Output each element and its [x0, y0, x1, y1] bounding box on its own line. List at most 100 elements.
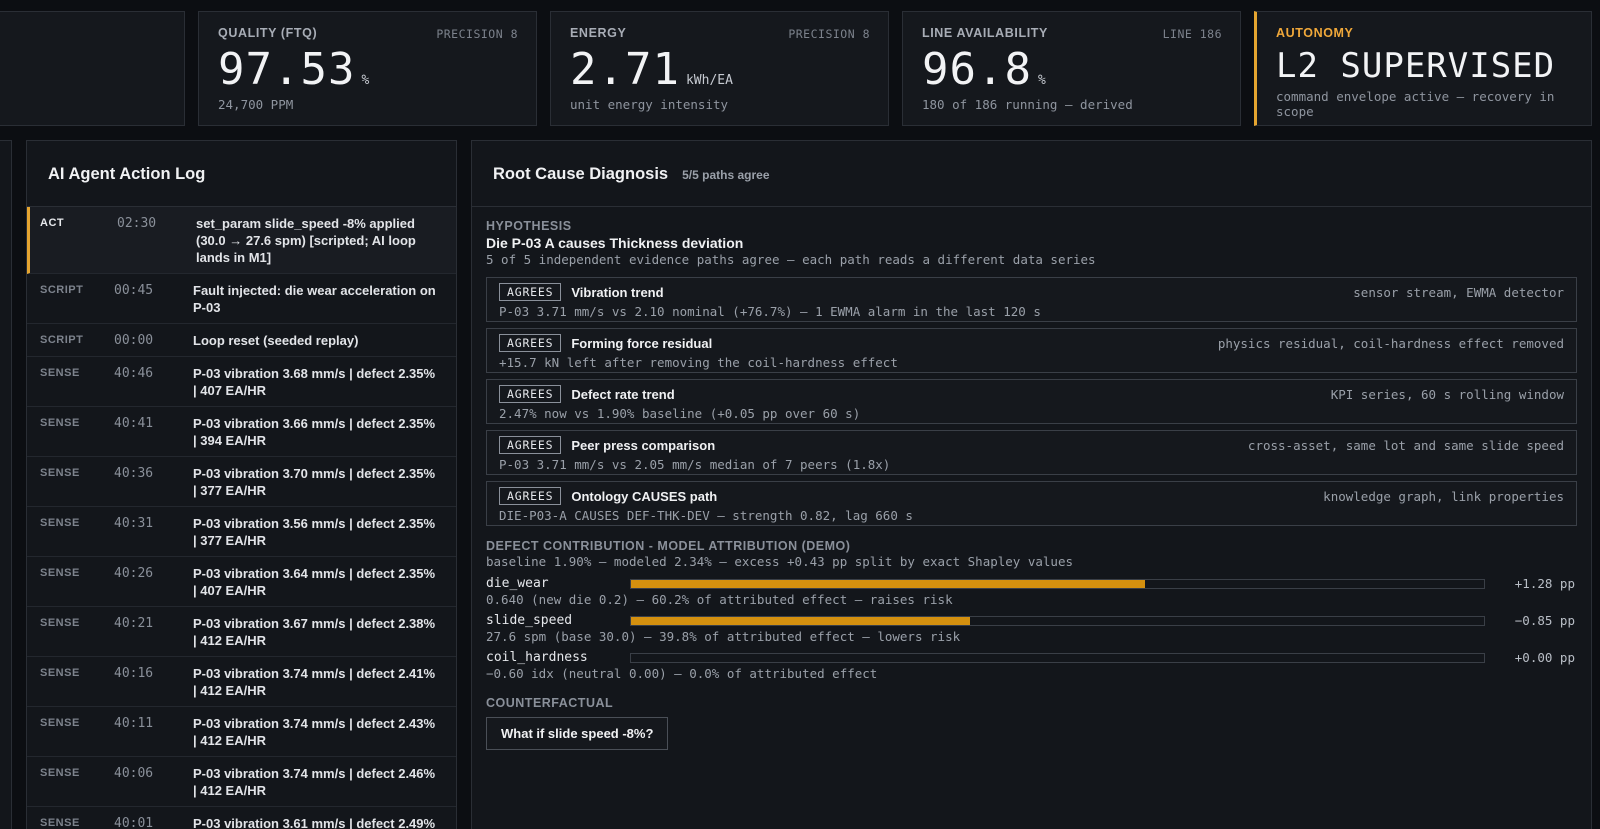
contribution-value: +1.28 pp	[1514, 576, 1575, 591]
hypothesis-label: HYPOTHESIS	[486, 219, 572, 233]
log-time: 40:16	[114, 666, 154, 681]
log-row[interactable]: SENSE 40:41 P-03 vibration 3.66 mm/s | def…	[27, 407, 456, 457]
log-type: SENSE	[40, 717, 80, 729]
evidence-path: AGREES Vibration trend sensor stream, EWMA…	[486, 277, 1577, 322]
agrees-badge: AGREES	[499, 385, 562, 403]
log-row[interactable]: SENSE 40:16 P-03 vibration 3.74 mm/s | def…	[27, 657, 456, 707]
log-time: 40:46	[114, 366, 154, 381]
evidence-path: AGREES Peer press comparison cross-asset, …	[486, 430, 1577, 475]
kpi-sub: 180 of 186 running — derived	[922, 97, 1133, 112]
contribution-detail: −0.60 idx (neutral 0.00) — 0.0% of attri…	[486, 666, 878, 681]
evidence-name: Peer press comparison	[571, 437, 716, 453]
log-time: 40:41	[114, 416, 154, 431]
log-type: SENSE	[40, 617, 80, 629]
log-message: P-03 vibration 3.74 mm/s | defect 2.41% …	[193, 666, 436, 698]
log-row[interactable]: SENSE 40:21 P-03 vibration 3.67 mm/s | def…	[27, 607, 456, 657]
log-time: 40:26	[114, 566, 154, 581]
kpi-card-offscreen	[0, 11, 185, 126]
evidence-detail: P-03 3.71 mm/s vs 2.10 nominal (+76.7%) …	[499, 304, 1041, 319]
agrees-badge: AGREES	[499, 334, 562, 352]
kpi-sub: 24,700 PPM	[218, 97, 294, 112]
log-type: SENSE	[40, 367, 80, 379]
evidence-path: AGREES Ontology CAUSES path knowledge grap…	[486, 481, 1577, 526]
contribution-detail: 27.6 spm (base 30.0) — 39.8% of attribut…	[486, 629, 961, 644]
log-type: SENSE	[40, 767, 80, 779]
counterfactual-label: COUNTERFACTUAL	[486, 696, 614, 710]
kpi-unit: %	[361, 73, 370, 88]
kpi-sub: command envelope active — recovery in sc…	[1276, 89, 1555, 119]
log-row[interactable]: SENSE 40:11 P-03 vibration 3.74 mm/s | def…	[27, 707, 456, 757]
evidence-detail: P-03 3.71 mm/s vs 2.05 mm/s median of 7 …	[499, 457, 891, 472]
evidence-name: Defect rate trend	[571, 386, 675, 402]
evidence-source: sensor stream, EWMA detector	[1353, 285, 1564, 300]
kpi-card-autonomy: AUTONOMY L2 SUPERVISED command envelope …	[1254, 11, 1592, 126]
evidence-name: Forming force residual	[571, 335, 713, 351]
hypothesis-title: Die P-03 A causes Thickness deviation	[486, 235, 744, 251]
kpi-tag: PRECISION 8	[436, 27, 518, 41]
offscreen-panel	[0, 140, 12, 829]
kpi-card-quality: QUALITY (FTQ) PRECISION 8 97.53 % 24,700…	[198, 11, 537, 126]
kpi-value: 96.8	[922, 44, 1032, 95]
log-time: 40:36	[114, 466, 154, 481]
log-type: SENSE	[40, 817, 80, 829]
log-row[interactable]: SENSE 40:26 P-03 vibration 3.64 mm/s | def…	[27, 557, 456, 607]
kpi-card-energy: ENERGY PRECISION 8 2.71 kWh/EA unit ener…	[550, 11, 889, 126]
contribution-bar-fill	[631, 617, 971, 625]
contribution-row: die_wear +1.28 pp 0.640 (new die 0.2) — 60…	[486, 576, 1577, 607]
log-type: SENSE	[40, 417, 80, 429]
log-row[interactable]: SENSE 40:01 P-03 vibration 3.61 mm/s | def…	[27, 807, 456, 829]
log-message: P-03 vibration 3.74 mm/s | defect 2.46% …	[193, 766, 436, 798]
log-row[interactable]: SENSE 40:06 P-03 vibration 3.74 mm/s | def…	[27, 757, 456, 807]
kpi-tag: PRECISION 8	[788, 27, 870, 41]
kpi-unit: kWh/EA	[685, 73, 733, 88]
log-message: P-03 vibration 3.74 mm/s | defect 2.43% …	[193, 716, 436, 748]
log-message: set_param slide_speed -8% applied (30.0 …	[196, 216, 416, 265]
log-row[interactable]: SCRIPT 00:45 Fault injected: die wear acce…	[27, 274, 456, 324]
log-message: P-03 vibration 3.56 mm/s | defect 2.35% …	[193, 516, 436, 548]
contribution-value: +0.00 pp	[1514, 650, 1575, 665]
kpi-tag: LINE 186	[1162, 27, 1222, 41]
log-message: P-03 vibration 3.61 mm/s | defect 2.49% …	[193, 816, 436, 829]
log-type: SCRIPT	[40, 284, 84, 296]
contribution-sub: baseline 1.90% — modeled 2.34% — excess …	[486, 554, 1073, 569]
log-message: P-03 vibration 3.68 mm/s | defect 2.35% …	[193, 366, 436, 398]
log-type: SENSE	[40, 517, 80, 529]
evidence-name: Ontology CAUSES path	[571, 488, 718, 504]
root-cause-panel: Root Cause Diagnosis 5/5 paths agree HYP…	[471, 140, 1592, 829]
log-type: SCRIPT	[40, 334, 84, 346]
log-message: P-03 vibration 3.70 mm/s | defect 2.35% …	[193, 466, 436, 498]
kpi-value: 2.71	[570, 44, 680, 95]
kpi-card-line-availability: LINE AVAILABILITY LINE 186 96.8 % 180 of…	[902, 11, 1241, 126]
kpi-sub: unit energy intensity	[570, 97, 729, 112]
log-time: 40:11	[114, 716, 154, 731]
evidence-list: AGREES Vibration trend sensor stream, EWMA…	[486, 277, 1577, 526]
contribution-detail: 0.640 (new die 0.2) — 60.2% of attribute…	[486, 592, 953, 607]
evidence-name: Vibration trend	[571, 284, 664, 300]
log-time: 00:00	[114, 333, 154, 348]
contribution-value: −0.85 pp	[1514, 613, 1575, 628]
evidence-source: KPI series, 60 s rolling window	[1330, 387, 1564, 402]
log-message: Fault injected: die wear acceleration on…	[193, 283, 436, 315]
agrees-badge: AGREES	[499, 487, 562, 505]
log-row[interactable]: SENSE 40:46 P-03 vibration 3.68 mm/s | def…	[27, 357, 456, 407]
contribution-label: DEFECT CONTRIBUTION - MODEL ATTRIBUTION …	[486, 539, 851, 553]
log-row[interactable]: ACT 02:30 set_param slide_speed -8% applie…	[27, 207, 456, 274]
log-message: Loop reset (seeded replay)	[193, 333, 359, 348]
counterfactual-button[interactable]: What if slide speed -8%?	[486, 717, 669, 750]
evidence-detail: DIE-P03-A CAUSES DEF-THK-DEV — strength …	[499, 508, 913, 523]
log-row[interactable]: SENSE 40:31 P-03 vibration 3.56 mm/s | def…	[27, 507, 456, 557]
log-row[interactable]: SCRIPT 00:00 Loop reset (seeded replay)	[27, 324, 456, 357]
contribution-bar	[630, 653, 1485, 663]
action-log-list[interactable]: ACT 02:30 set_param slide_speed -8% applie…	[27, 207, 456, 829]
log-time: 00:45	[114, 283, 154, 298]
log-message: P-03 vibration 3.67 mm/s | defect 2.38% …	[193, 616, 436, 648]
contribution-row: coil_hardness +0.00 pp −0.60 idx (neutral …	[486, 650, 1577, 681]
kpi-value: 97.53	[218, 44, 356, 95]
log-type: SENSE	[40, 567, 80, 579]
log-message: P-03 vibration 3.66 mm/s | defect 2.35% …	[193, 416, 436, 448]
log-time: 40:31	[114, 516, 154, 531]
hypothesis-sub: 5 of 5 independent evidence paths agree …	[486, 252, 1096, 267]
log-type: SENSE	[40, 467, 80, 479]
agrees-badge: AGREES	[499, 283, 562, 301]
log-row[interactable]: SENSE 40:36 P-03 vibration 3.70 mm/s | def…	[27, 457, 456, 507]
